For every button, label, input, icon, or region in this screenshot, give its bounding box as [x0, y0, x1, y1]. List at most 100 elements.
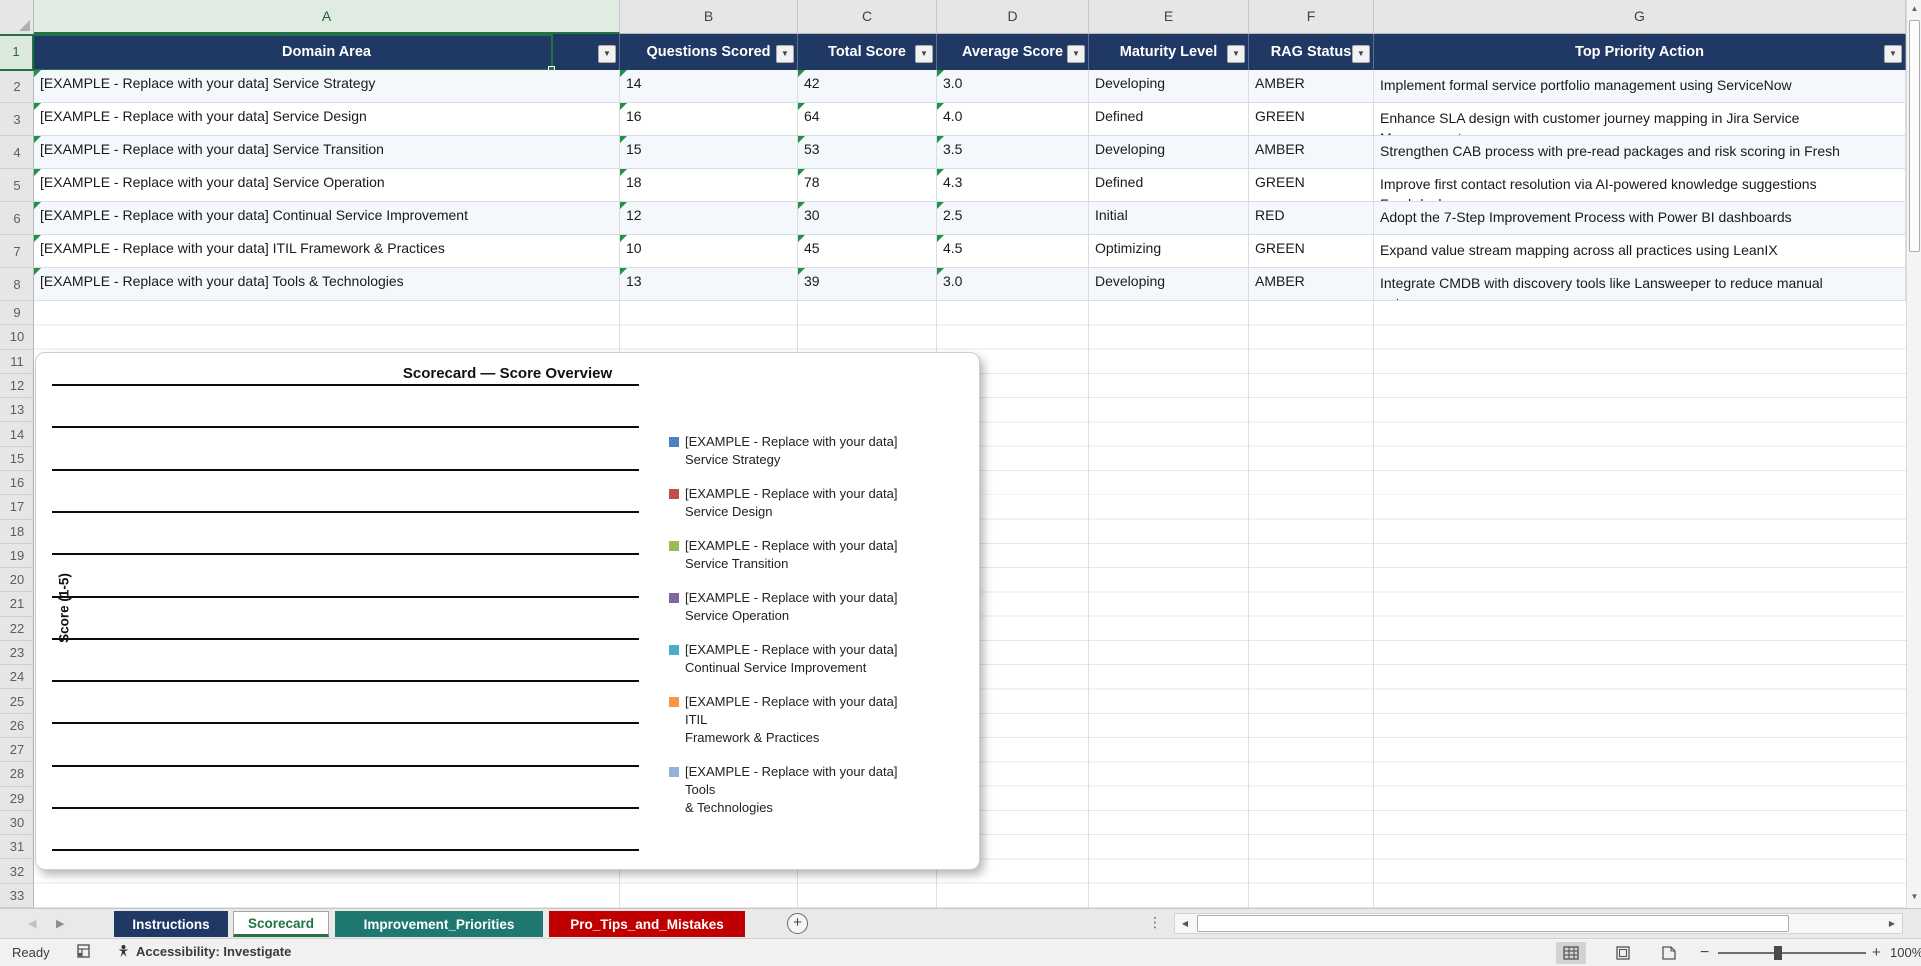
cell-total[interactable]: 42 — [798, 70, 937, 103]
zoom-slider-thumb[interactable] — [1774, 946, 1782, 960]
cell-rag[interactable]: AMBER — [1249, 70, 1374, 103]
cell-rag[interactable]: RED — [1249, 202, 1374, 235]
cell-action[interactable]: Enhance SLA design with customer journey… — [1374, 103, 1906, 136]
horizontal-scrollbar[interactable]: ◀ ▶ — [1174, 913, 1903, 934]
cell-rag[interactable]: GREEN — [1249, 103, 1374, 136]
cell-rag[interactable]: GREEN — [1249, 235, 1374, 268]
row-header-18[interactable]: 18 — [0, 520, 34, 544]
cell-average[interactable]: 3.5 — [937, 136, 1089, 169]
tab-pro-tips-and-mistakes[interactable]: Pro_Tips_and_Mistakes — [549, 911, 745, 937]
new-sheet-button[interactable]: + — [787, 913, 808, 934]
row-header-30[interactable]: 30 — [0, 811, 34, 836]
scroll-left-icon[interactable]: ◀ — [1176, 914, 1194, 933]
row-header-26[interactable]: 26 — [0, 714, 34, 739]
horizontal-scroll-thumb[interactable] — [1197, 915, 1789, 932]
vertical-scroll-thumb[interactable] — [1909, 20, 1920, 252]
score-overview-chart[interactable]: Scorecard — Score Overview Score (1-5) [… — [35, 352, 980, 870]
cell-maturity[interactable]: Developing — [1089, 268, 1249, 301]
header-cell-questions-scored[interactable]: Questions Scored ▼ — [620, 34, 798, 70]
cell-maturity[interactable]: Defined — [1089, 169, 1249, 202]
sheet-grid[interactable]: Domain Area ▼ Questions Scored ▼ Total Sco… — [0, 34, 1906, 908]
filter-dropdown-icon[interactable]: ▼ — [598, 45, 616, 63]
cell-average[interactable]: 3.0 — [937, 70, 1089, 103]
cell-maturity[interactable]: Initial — [1089, 202, 1249, 235]
cell-average[interactable]: 2.5 — [937, 202, 1089, 235]
tab-nav-left-icon[interactable]: ◀ — [28, 917, 36, 930]
cell-action[interactable]: Implement formal service portfolio manag… — [1374, 70, 1906, 103]
scroll-up-icon[interactable]: ▲ — [1907, 0, 1921, 18]
cell-average[interactable]: 4.5 — [937, 235, 1089, 268]
column-header-F[interactable]: F — [1249, 0, 1374, 34]
filter-dropdown-icon[interactable]: ▼ — [915, 45, 933, 63]
header-cell-rag-status[interactable]: RAG Status ▼ — [1249, 34, 1374, 70]
vertical-scrollbar[interactable]: ▲ ▼ — [1906, 0, 1921, 908]
cell-domain[interactable]: [EXAMPLE - Replace with your data] Servi… — [34, 136, 620, 169]
column-header-B[interactable]: B — [620, 0, 798, 34]
cell-total[interactable]: 78 — [798, 169, 937, 202]
cell-action[interactable]: Adopt the 7-Step Improvement Process wit… — [1374, 202, 1906, 235]
cell-domain[interactable]: [EXAMPLE - Replace with your data] Servi… — [34, 103, 620, 136]
select-all-button[interactable] — [0, 0, 34, 34]
row-header-10[interactable]: 10 — [0, 325, 34, 350]
filter-dropdown-icon[interactable]: ▼ — [1227, 45, 1245, 63]
cell-rag[interactable]: AMBER — [1249, 268, 1374, 301]
cell-average[interactable]: 4.0 — [937, 103, 1089, 136]
cell-domain[interactable]: [EXAMPLE - Replace with your data] Conti… — [34, 202, 620, 235]
tab-scorecard[interactable]: Scorecard — [233, 911, 329, 937]
row-header-12[interactable]: 12 — [0, 374, 34, 399]
tab-improvement-priorities[interactable]: Improvement_Priorities — [335, 911, 543, 937]
cell-action[interactable]: Strengthen CAB process with pre-read pac… — [1374, 136, 1906, 169]
cell-maturity[interactable]: Optimizing — [1089, 235, 1249, 268]
column-header-C[interactable]: C — [798, 0, 937, 34]
row-header-29[interactable]: 29 — [0, 787, 34, 811]
cell-rag[interactable]: GREEN — [1249, 169, 1374, 202]
cell-domain[interactable]: [EXAMPLE - Replace with your data] Tools… — [34, 268, 620, 301]
cell-domain[interactable]: [EXAMPLE - Replace with your data] Servi… — [34, 70, 620, 103]
row-header-23[interactable]: 23 — [0, 641, 34, 666]
row-header-17[interactable]: 17 — [0, 495, 34, 520]
column-header-D[interactable]: D — [937, 0, 1089, 34]
zoom-in-icon[interactable]: + — [1872, 944, 1881, 961]
header-cell-average-score[interactable]: Average Score ▼ — [937, 34, 1089, 70]
cell-domain[interactable]: [EXAMPLE - Replace with your data] ITIL … — [34, 235, 620, 268]
cell-average[interactable]: 3.0 — [937, 268, 1089, 301]
tab-nav-right-icon[interactable]: ▶ — [56, 917, 64, 930]
cell-questions[interactable]: 16 — [620, 103, 798, 136]
row-header-19[interactable]: 19 — [0, 544, 34, 569]
row-header-25[interactable]: 25 — [0, 689, 34, 714]
zoom-out-icon[interactable]: − — [1700, 944, 1709, 962]
row-header-27[interactable]: 27 — [0, 738, 34, 763]
cell-total[interactable]: 64 — [798, 103, 937, 136]
cell-maturity[interactable]: Defined — [1089, 103, 1249, 136]
cell-rag[interactable]: AMBER — [1249, 136, 1374, 169]
row-header-28[interactable]: 28 — [0, 762, 34, 787]
page-break-view-button[interactable] — [1654, 942, 1684, 964]
filter-dropdown-icon[interactable]: ▼ — [1067, 45, 1085, 63]
row-header-22[interactable]: 22 — [0, 617, 34, 641]
cell-action[interactable]: Expand value stream mapping across all p… — [1374, 235, 1906, 268]
header-cell-total-score[interactable]: Total Score ▼ — [798, 34, 937, 70]
cell-questions[interactable]: 15 — [620, 136, 798, 169]
cell-total[interactable]: 30 — [798, 202, 937, 235]
cell-domain[interactable]: [EXAMPLE - Replace with your data] Servi… — [34, 169, 620, 202]
page-layout-view-button[interactable] — [1608, 942, 1638, 964]
column-header-G[interactable]: G — [1374, 0, 1906, 34]
scroll-down-icon[interactable]: ▼ — [1907, 888, 1921, 906]
tab-splitter-handle[interactable]: ⋮ — [1148, 914, 1162, 931]
normal-view-button[interactable] — [1556, 942, 1586, 964]
cell-maturity[interactable]: Developing — [1089, 70, 1249, 103]
cell-questions[interactable]: 18 — [620, 169, 798, 202]
accessibility-status[interactable]: Accessibility: Investigate — [116, 944, 291, 959]
row-header-24[interactable]: 24 — [0, 665, 34, 690]
filter-dropdown-icon[interactable]: ▼ — [1352, 45, 1370, 63]
column-header-E[interactable]: E — [1089, 0, 1249, 34]
macro-record-icon[interactable] — [76, 944, 91, 962]
column-header-A[interactable]: A — [34, 0, 620, 34]
cell-questions[interactable]: 13 — [620, 268, 798, 301]
cell-action[interactable]: Improve first contact resolution via AI-… — [1374, 169, 1906, 202]
cell-total[interactable]: 53 — [798, 136, 937, 169]
header-cell-maturity-level[interactable]: Maturity Level ▼ — [1089, 34, 1249, 70]
cell-questions[interactable]: 12 — [620, 202, 798, 235]
cell-average[interactable]: 4.3 — [937, 169, 1089, 202]
row-header-31[interactable]: 31 — [0, 835, 34, 860]
